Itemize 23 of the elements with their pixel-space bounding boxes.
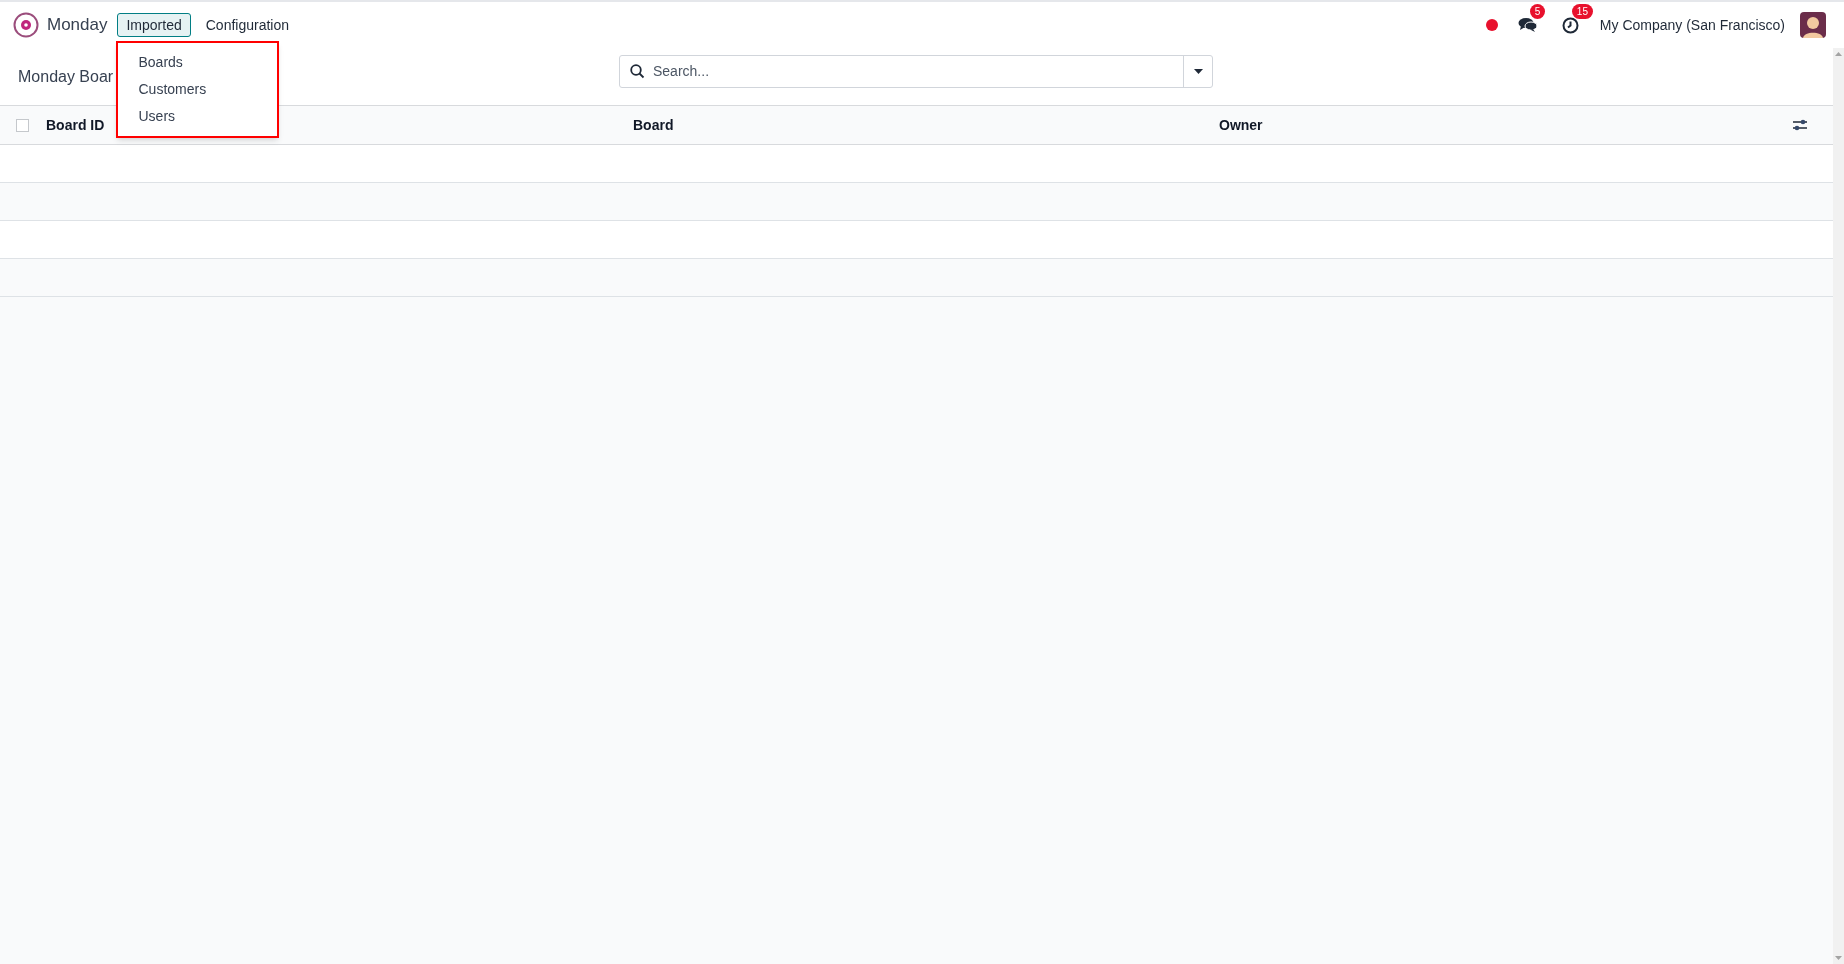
app-logo-icon[interactable] <box>13 12 39 38</box>
company-name[interactable]: My Company (San Francisco) <box>1599 14 1785 36</box>
app-name[interactable]: Monday <box>47 12 108 38</box>
user-avatar-icon[interactable] <box>1800 12 1826 38</box>
column-header[interactable]: Owner <box>1219 114 1263 136</box>
chat-icon[interactable] <box>1517 17 1538 33</box>
dropdown-item[interactable]: Customers <box>118 75 278 103</box>
settings-sliders-icon[interactable] <box>1793 119 1807 131</box>
search-bar[interactable]: Search... <box>619 55 1213 88</box>
menu-item[interactable]: Imported <box>117 13 191 38</box>
menu-item[interactable]: Configuration <box>196 13 298 38</box>
activity-count-badge: 15 <box>1571 4 1593 19</box>
select-all-checkbox[interactable] <box>16 118 29 132</box>
breadcrumb-title: Monday Boar <box>18 66 114 87</box>
message-count-badge: 5 <box>1529 4 1546 19</box>
search-icon <box>630 64 645 79</box>
search-field[interactable]: Search... <box>653 61 1183 82</box>
column-header[interactable]: Board ID <box>46 114 105 136</box>
dropdown-item[interactable]: Users <box>118 102 278 130</box>
clock-icon[interactable] <box>1561 16 1579 34</box>
column-header[interactable]: Board <box>633 114 674 136</box>
dropdown-item[interactable]: Boards <box>118 48 278 76</box>
caret-icon <box>1193 69 1203 74</box>
